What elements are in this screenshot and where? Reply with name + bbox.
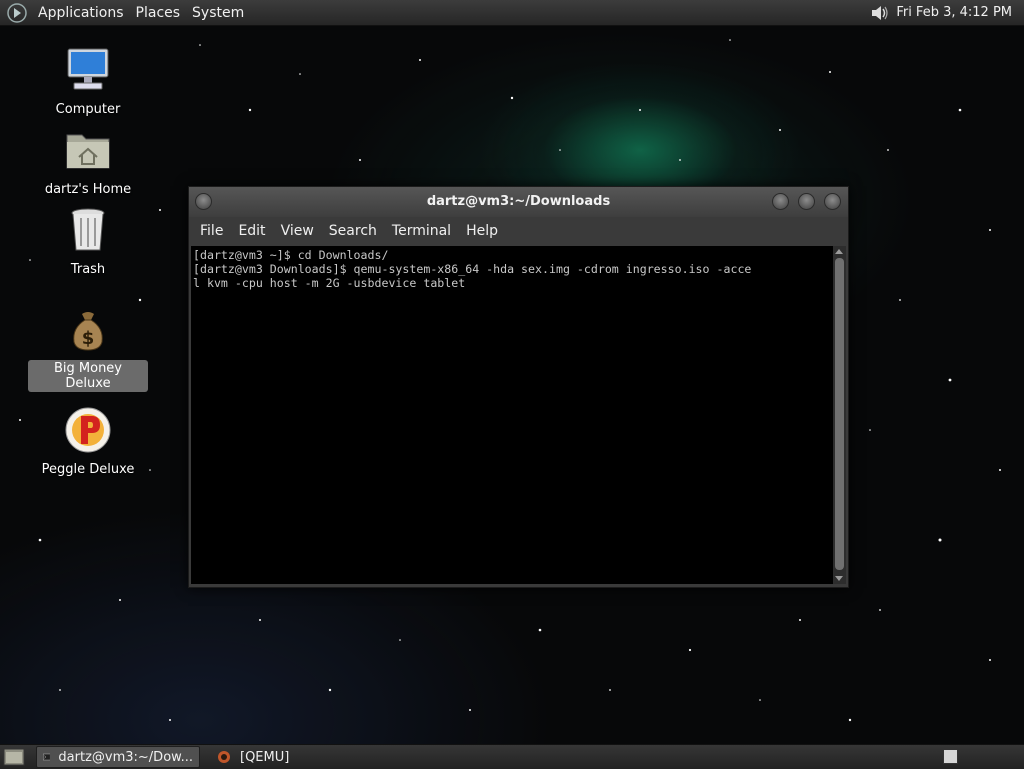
menu-help[interactable]: Help <box>459 223 506 239</box>
menu-view[interactable]: View <box>274 223 322 239</box>
terminal-menubar: File Edit View Search Terminal Help <box>189 217 848 245</box>
applications-menu[interactable]: Applications <box>32 5 130 21</box>
scroll-thumb[interactable] <box>835 258 844 570</box>
desktop-icon-label: Big Money Deluxe <box>28 360 148 392</box>
places-menu[interactable]: Places <box>130 5 187 21</box>
svg-text:$: $ <box>82 328 95 349</box>
taskbar-item-label: [QEMU] <box>240 749 290 765</box>
desktop-icon-big-money-deluxe[interactable]: $ Big Money Deluxe <box>28 306 148 392</box>
terminal-line: [dartz@vm3 ~]$ cd Downloads/ <box>193 248 389 262</box>
speaker-icon[interactable] <box>868 2 890 24</box>
qemu-icon <box>218 751 230 763</box>
desktop-icon-label: Trash <box>70 262 106 277</box>
home-folder-icon <box>66 134 110 169</box>
desktop-icon-trash[interactable]: Trash <box>28 206 148 278</box>
desktop-icon-label: Computer <box>55 102 121 117</box>
peggle-icon <box>65 407 111 453</box>
taskbar-item-qemu[interactable]: [QEMU] <box>210 747 295 767</box>
terminal-output[interactable]: [dartz@vm3 ~]$ cd Downloads/[dartz@vm3 D… <box>191 246 833 584</box>
money-bag-icon: $ <box>73 312 103 351</box>
desktop-icon-home[interactable]: dartz's Home <box>28 126 148 198</box>
bottom-panel: dartz@vm3:~/Dow... [QEMU] <box>0 744 1024 769</box>
workspace-switcher[interactable] <box>943 749 958 764</box>
desktop-icon-label: Peggle Deluxe <box>41 462 135 477</box>
desktop-icon-label: dartz's Home <box>44 182 132 197</box>
menu-file[interactable]: File <box>193 223 231 239</box>
window-titlebar[interactable]: dartz@vm3:~/Downloads <box>189 187 848 217</box>
panel-tray: Fri Feb 3, 4:12 PM <box>868 0 1012 25</box>
top-panel: Applications Places System Fri Feb 3, 4:… <box>0 0 1024 26</box>
desktop-icon-computer[interactable]: Computer <box>28 46 148 118</box>
taskbar-item-label: dartz@vm3:~/Dow... <box>58 749 193 765</box>
close-button[interactable] <box>824 193 841 210</box>
terminal-scrollbar[interactable] <box>833 246 846 584</box>
system-menu[interactable]: System <box>186 5 250 21</box>
gnome-foot-icon[interactable] <box>6 2 28 24</box>
menu-terminal[interactable]: Terminal <box>385 223 459 239</box>
menu-search[interactable]: Search <box>322 223 385 239</box>
trash-can-icon <box>71 208 105 251</box>
terminal-icon <box>43 753 51 761</box>
show-desktop-icon[interactable] <box>2 746 26 768</box>
maximize-button[interactable] <box>798 193 815 210</box>
minimize-button[interactable] <box>772 193 789 210</box>
panel-clock[interactable]: Fri Feb 3, 4:12 PM <box>896 5 1012 20</box>
terminal-line: [dartz@vm3 Downloads]$ qemu-system-x86_6… <box>193 262 752 276</box>
menu-edit[interactable]: Edit <box>231 223 273 239</box>
terminal-window[interactable]: dartz@vm3:~/Downloads File Edit View Sea… <box>188 186 849 588</box>
scroll-up-arrow-icon[interactable] <box>835 249 843 254</box>
computer-monitor-icon <box>67 48 109 90</box>
scroll-down-arrow-icon[interactable] <box>835 576 843 581</box>
window-title: dartz@vm3:~/Downloads <box>426 194 611 209</box>
desktop-icon-peggle-deluxe[interactable]: Peggle Deluxe <box>28 406 148 478</box>
taskbar-item-terminal[interactable]: dartz@vm3:~/Dow... <box>36 746 200 768</box>
terminal-line: l kvm -cpu host -m 2G -usbdevice tablet <box>193 276 466 290</box>
